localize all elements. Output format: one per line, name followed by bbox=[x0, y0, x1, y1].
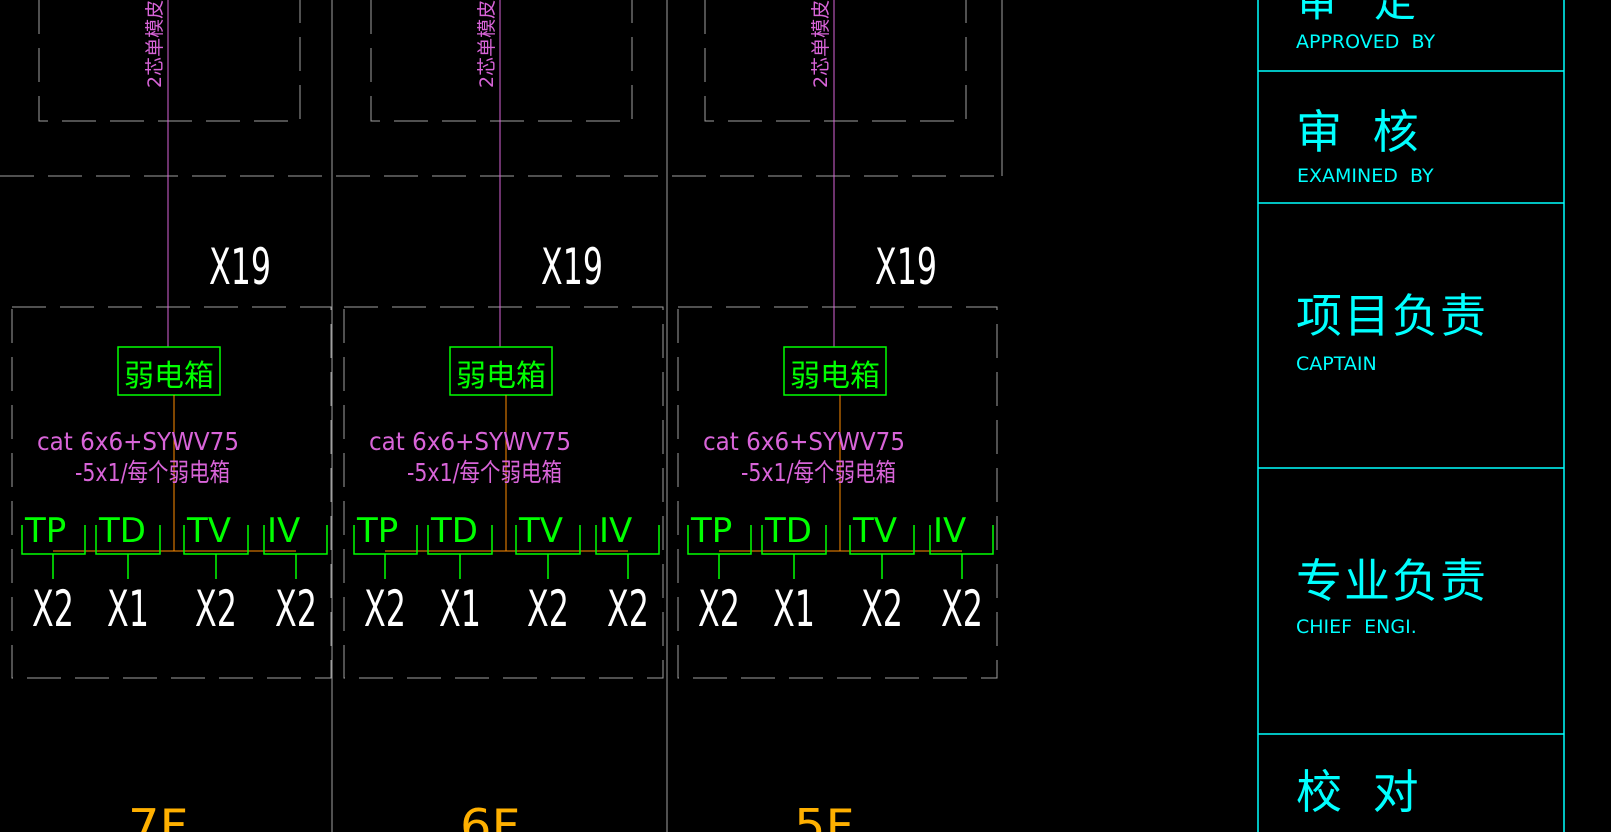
upper-box-dashed bbox=[370, 0, 633, 122]
cable-spec-line1: cat 6x6+SYWV75 bbox=[369, 427, 571, 456]
outlet-type-tp: TP bbox=[356, 511, 398, 551]
box-count-label: X19 bbox=[541, 238, 603, 296]
weak-current-box-label: 弱电箱 bbox=[790, 359, 880, 394]
upper-box-dashed bbox=[704, 0, 967, 122]
outlet-type-td: TD bbox=[98, 511, 146, 551]
box-count-label: X19 bbox=[209, 238, 271, 296]
checked-cn: 校 对 bbox=[1296, 765, 1427, 819]
outlet-quantity: X2 bbox=[527, 580, 569, 638]
outlet-quantity: X1 bbox=[439, 580, 481, 638]
outlet-type-iv: IV bbox=[933, 511, 966, 551]
weak-current-box-label: 弱电箱 bbox=[124, 359, 214, 394]
riser-cable-label: 2芯单模皮线光缆 bbox=[476, 0, 498, 88]
floor-column: 2芯单模皮线光缆 X19 弱电箱 cat 6x6+SYWV75-5x1/每个弱电箱 TP… bbox=[343, 0, 664, 832]
chief-engineer-en: CHIEF ENGI. bbox=[1296, 616, 1417, 638]
title-block: 审定 APPROVED BY 审 核 EXAMINED BY 项目负责 CAPT… bbox=[1257, 0, 1565, 832]
outlet-quantity: X2 bbox=[364, 580, 406, 638]
cable-spec-line2: -5x1/每个弱电箱 bbox=[741, 458, 896, 487]
box-count-label: X19 bbox=[875, 238, 937, 296]
floor-column: 2芯单模皮线光缆 X19 弱电箱 cat 6x6+SYWV75-5x1/每个弱电箱 TP… bbox=[677, 0, 998, 832]
captain-cn: 项目负责 bbox=[1296, 289, 1488, 343]
cad-drawing-canvas[interactable]: 2芯单模皮线光缆X19弱电箱cat 6x6+SYWV75-5x1/每个弱电箱TP… bbox=[0, 0, 1611, 832]
upper-box-dashed bbox=[38, 0, 301, 122]
riser-cable-label: 2芯单模皮线光缆 bbox=[810, 0, 832, 88]
cable-spec-line1: cat 6x6+SYWV75 bbox=[703, 427, 905, 456]
outlet-quantity: X2 bbox=[861, 580, 903, 638]
floor-label: 5F bbox=[794, 799, 854, 832]
weak-current-box-label: 弱电箱 bbox=[456, 359, 546, 394]
floor-column: 2芯单模皮线光缆 X19 弱电箱 cat 6x6+SYWV75-5x1/每个弱电箱 TP… bbox=[11, 0, 332, 832]
outlet-quantity: X2 bbox=[607, 580, 649, 638]
outlet-type-tv: TV bbox=[518, 511, 563, 551]
cable-spec-line1: cat 6x6+SYWV75 bbox=[37, 427, 239, 456]
outlet-quantity: X2 bbox=[941, 580, 983, 638]
floor-label: 6F bbox=[460, 799, 520, 832]
floor-label: 7F bbox=[128, 799, 188, 832]
approved-en: APPROVED BY bbox=[1296, 31, 1435, 53]
cable-spec-line2: -5x1/每个弱电箱 bbox=[407, 458, 562, 487]
outlet-quantity: X2 bbox=[195, 580, 237, 638]
outlet-type-tp: TP bbox=[24, 511, 66, 551]
riser-cable-label: 2芯单模皮线光缆 bbox=[144, 0, 166, 88]
outlet-type-tp: TP bbox=[690, 511, 732, 551]
examined-en: EXAMINED BY bbox=[1297, 165, 1434, 187]
outlet-type-iv: IV bbox=[267, 511, 300, 551]
chief-engineer-cn: 专业负责 bbox=[1296, 554, 1488, 608]
outlet-type-tv: TV bbox=[186, 511, 231, 551]
cable-spec-line2: -5x1/每个弱电箱 bbox=[75, 458, 230, 487]
captain-en: CAPTAIN bbox=[1296, 353, 1377, 375]
riser-diagram: 2芯单模皮线光缆X19弱电箱cat 6x6+SYWV75-5x1/每个弱电箱TP… bbox=[0, 0, 1003, 832]
outlet-type-iv: IV bbox=[599, 511, 632, 551]
outlet-quantity: X1 bbox=[773, 580, 815, 638]
outlet-quantity: X2 bbox=[275, 580, 317, 638]
outlet-type-tv: TV bbox=[852, 511, 897, 551]
outlet-quantity: X2 bbox=[698, 580, 740, 638]
approved-cn: 审定 bbox=[1296, 0, 1452, 26]
outlet-type-td: TD bbox=[430, 511, 478, 551]
outlet-type-td: TD bbox=[764, 511, 812, 551]
outlet-quantity: X1 bbox=[107, 580, 149, 638]
outlet-quantity: X2 bbox=[32, 580, 74, 638]
examined-cn: 审 核 bbox=[1296, 105, 1427, 159]
